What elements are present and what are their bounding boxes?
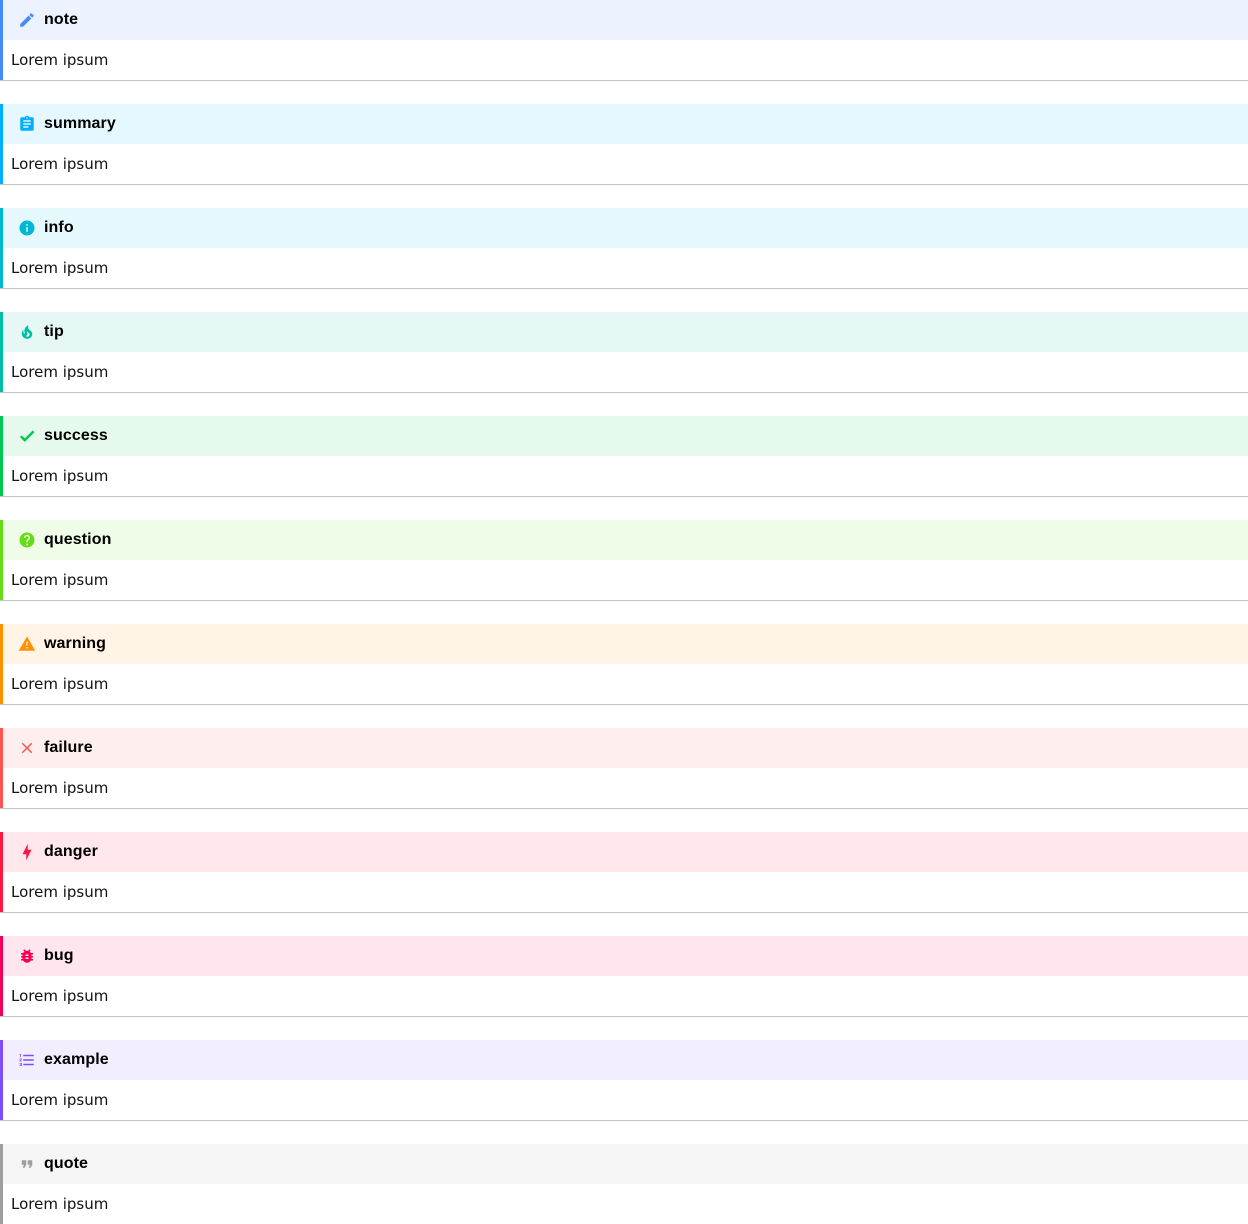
admonition-title-text: failure	[44, 739, 93, 756]
admonition-title: example	[3, 1040, 1248, 1080]
admonition-title: bug	[3, 936, 1248, 976]
admonition-body: Lorem ipsum	[11, 987, 109, 1005]
admonition-summary: summary Lorem ipsum	[0, 104, 1248, 184]
admonition-title: summary	[3, 104, 1248, 144]
admonition-body: Lorem ipsum	[11, 1091, 109, 1109]
admonition-title-text: tip	[44, 323, 64, 340]
list-icon	[18, 1051, 36, 1069]
admonition-body: Lorem ipsum	[11, 363, 109, 381]
admonition-example: example Lorem ipsum	[0, 1040, 1248, 1120]
admonition-title: warning	[3, 624, 1248, 664]
admonition-title: question	[3, 520, 1248, 560]
flame-icon	[18, 323, 36, 341]
admonition-title-text: danger	[44, 843, 98, 860]
admonition-quote: quote Lorem ipsum	[0, 1144, 1248, 1224]
quote-icon	[18, 1155, 36, 1173]
admonition-title: note	[3, 0, 1248, 40]
close-icon	[18, 739, 36, 757]
admonition-title-text: quote	[44, 1155, 89, 1172]
admonition-list: note Lorem ipsum summary Lorem ipsum inf…	[0, 0, 1248, 1224]
lightning-icon	[18, 843, 36, 861]
admonition-title-text: example	[44, 1051, 109, 1068]
admonition-body: Lorem ipsum	[11, 779, 109, 797]
admonition-body: Lorem ipsum	[11, 51, 109, 69]
admonition-title-text: success	[44, 427, 108, 444]
admonition-title-text: note	[44, 11, 79, 28]
clipboard-icon	[18, 115, 36, 133]
admonition-title-text: info	[44, 219, 74, 236]
admonition-body: Lorem ipsum	[11, 883, 109, 901]
question-circle-icon	[18, 531, 36, 549]
pencil-icon	[18, 11, 36, 29]
warning-triangle-icon	[18, 635, 36, 653]
admonition-warning: warning Lorem ipsum	[0, 624, 1248, 704]
admonition-danger: danger Lorem ipsum	[0, 832, 1248, 912]
admonition-body: Lorem ipsum	[11, 1195, 109, 1213]
admonition-question: question Lorem ipsum	[0, 520, 1248, 600]
admonition-body: Lorem ipsum	[11, 155, 109, 173]
info-circle-icon	[18, 219, 36, 237]
admonition-title-text: bug	[44, 947, 74, 964]
admonition-title: info	[3, 208, 1248, 248]
admonition-body: Lorem ipsum	[11, 571, 109, 589]
admonition-title: tip	[3, 312, 1248, 352]
admonition-title: success	[3, 416, 1248, 456]
admonition-title: danger	[3, 832, 1248, 872]
admonition-title: failure	[3, 728, 1248, 768]
admonition-title-text: warning	[44, 635, 107, 652]
admonition-title: quote	[3, 1144, 1248, 1184]
admonition-bug: bug Lorem ipsum	[0, 936, 1248, 1016]
admonition-body: Lorem ipsum	[11, 467, 109, 485]
admonition-title-text: question	[44, 531, 112, 548]
admonition-body: Lorem ipsum	[11, 675, 109, 693]
admonition-note: note Lorem ipsum	[0, 0, 1248, 80]
admonition-tip: tip Lorem ipsum	[0, 312, 1248, 392]
admonition-success: success Lorem ipsum	[0, 416, 1248, 496]
admonition-title-text: summary	[44, 115, 116, 132]
admonition-body: Lorem ipsum	[11, 259, 109, 277]
admonition-info: info Lorem ipsum	[0, 208, 1248, 288]
check-icon	[18, 427, 36, 445]
admonition-failure: failure Lorem ipsum	[0, 728, 1248, 808]
bug-icon	[18, 947, 36, 965]
